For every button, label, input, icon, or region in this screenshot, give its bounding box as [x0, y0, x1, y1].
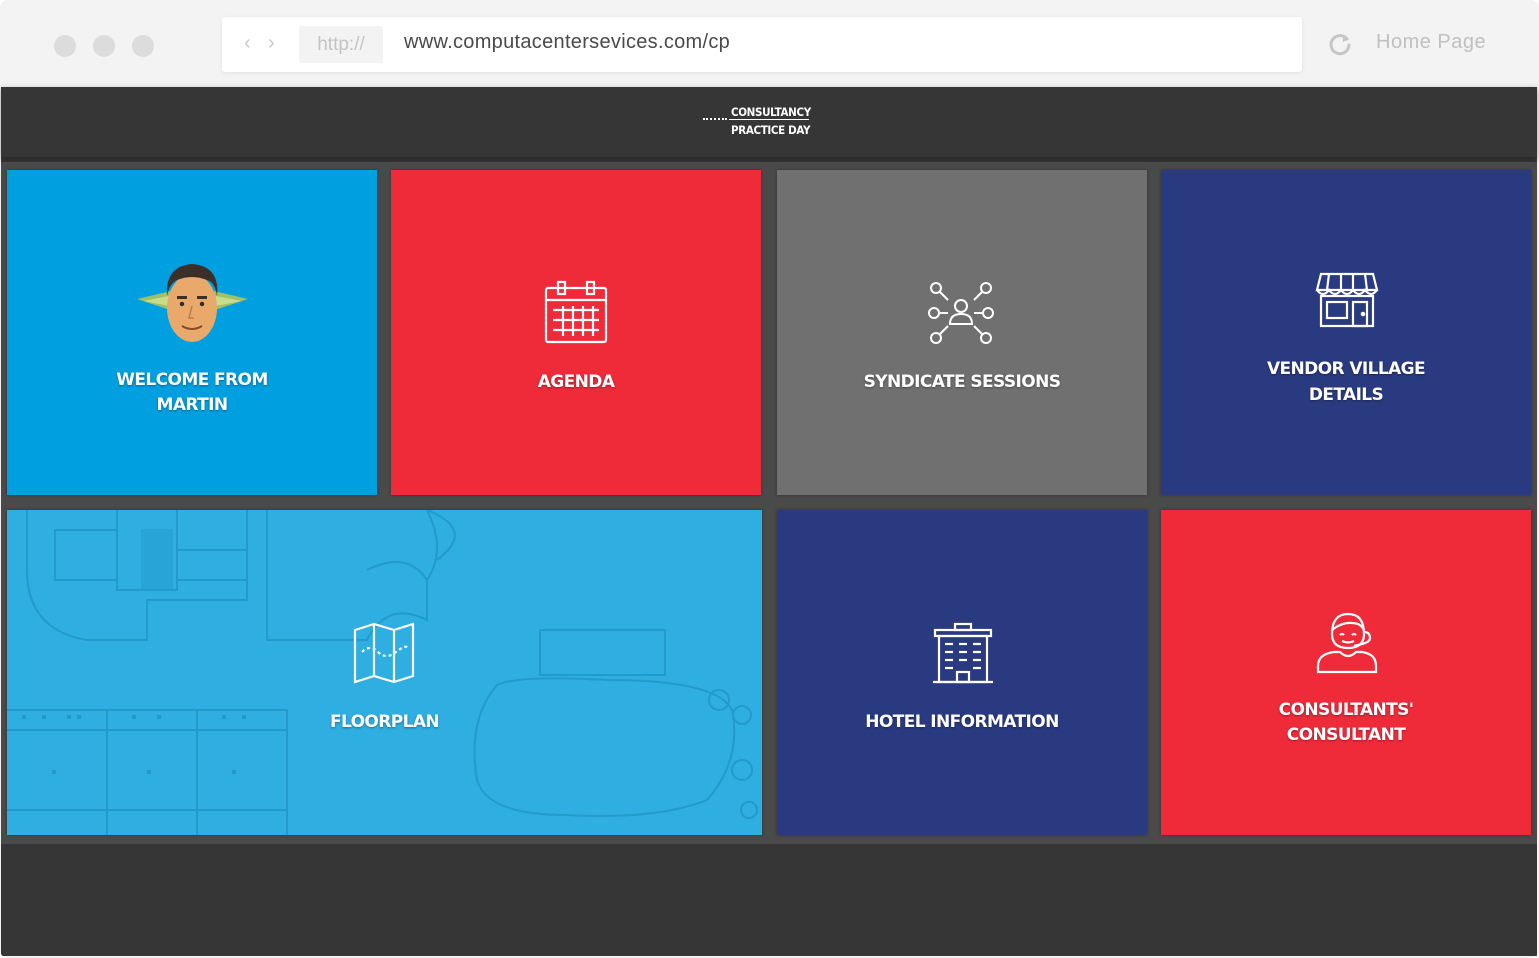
chevron-right-icon[interactable]: ›: [268, 32, 275, 54]
site-viewport: CONSULTANCY PRACTICE DAY WELCOME FROM MA…: [1, 87, 1537, 956]
site-footer-area: [1, 844, 1537, 956]
tile-agenda-label: AGENDA: [537, 372, 615, 392]
logo-line-1: CONSULTANCY: [731, 105, 811, 119]
map-icon: [353, 622, 415, 684]
tile-floorplan[interactable]: FLOORPLAN: [7, 510, 762, 835]
browser-window: ‹ › http:// www.computacentersevices.com…: [0, 0, 1539, 958]
logo-dash: [703, 118, 727, 120]
tile-welcome-label-2: MARTIN: [156, 395, 229, 415]
tile-hotel-information[interactable]: HOTEL INFORMATION: [777, 510, 1147, 835]
site-header: CONSULTANCY PRACTICE DAY: [1, 87, 1537, 157]
hotel-building-icon: [933, 622, 993, 684]
consultancy-practice-day-logo[interactable]: CONSULTANCY PRACTICE DAY: [701, 103, 841, 143]
window-close-dot[interactable]: [54, 35, 76, 57]
tile-consultants-consultant[interactable]: CONSULTANTS' CONSULTANT: [1161, 510, 1531, 835]
martin-avatar-icon: [137, 264, 248, 342]
tile-welcome-label-1: WELCOME FROM: [116, 370, 268, 390]
tile-consultants-consultant-label-2: CONSULTANT: [1286, 725, 1406, 745]
tile-grid: WELCOME FROM MARTIN AGENDA SYNDICATE SES…: [1, 162, 1537, 844]
calendar-icon: [544, 280, 608, 344]
window-maximize-dot[interactable]: [132, 35, 154, 57]
tile-agenda[interactable]: AGENDA: [391, 170, 761, 495]
storefront-icon: [1315, 272, 1379, 328]
window-minimize-dot[interactable]: [93, 35, 115, 57]
logo-line-2: PRACTICE DAY: [731, 123, 811, 137]
tile-hotel-information-label: HOTEL INFORMATION: [865, 712, 1059, 732]
home-page-link[interactable]: Home Page: [1376, 31, 1486, 54]
logo-rule: [729, 119, 809, 120]
chevron-left-icon[interactable]: ‹: [244, 32, 251, 54]
address-bar[interactable]: ‹ › http:// www.computacentersevices.com…: [222, 17, 1302, 72]
consultant-headset-icon: [1316, 612, 1378, 674]
tile-vendor-village[interactable]: VENDOR VILLAGE DETAILS: [1161, 170, 1531, 495]
reload-icon[interactable]: [1327, 31, 1353, 57]
network-people-icon: [928, 282, 994, 344]
tile-syndicate-sessions-label: SYNDICATE SESSIONS: [863, 372, 1061, 392]
tile-vendor-village-label-2: DETAILS: [1308, 385, 1384, 405]
tile-vendor-village-label-1: VENDOR VILLAGE: [1266, 359, 1426, 379]
url-protocol: http://: [299, 26, 383, 63]
tile-consultants-consultant-label-1: CONSULTANTS': [1278, 700, 1414, 720]
tile-welcome[interactable]: WELCOME FROM MARTIN: [7, 170, 377, 495]
browser-toolbar: ‹ › http:// www.computacentersevices.com…: [0, 0, 1539, 87]
tile-floorplan-label: FLOORPLAN: [329, 712, 440, 732]
url-text[interactable]: www.computacentersevices.com/cp: [404, 31, 730, 54]
tile-syndicate-sessions[interactable]: SYNDICATE SESSIONS: [777, 170, 1147, 495]
